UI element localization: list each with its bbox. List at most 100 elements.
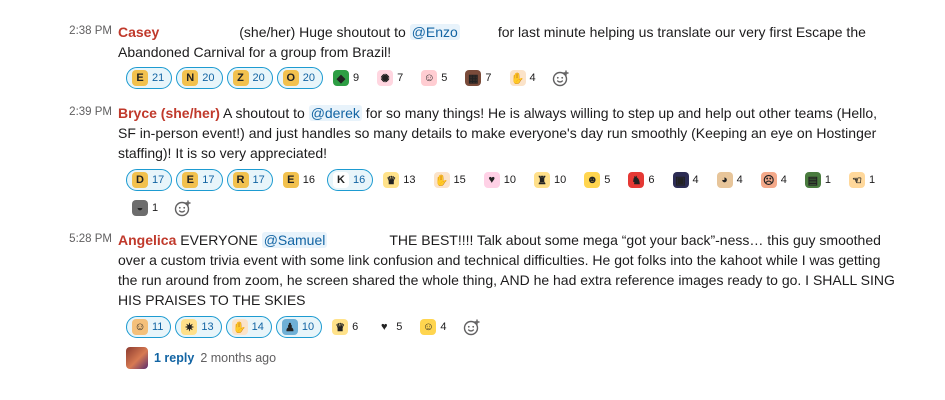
last-reply-time: 2 months ago <box>200 351 277 365</box>
add-reaction-icon[interactable] <box>459 316 485 338</box>
reaction-count: 20 <box>302 72 315 84</box>
reaction-pill[interactable]: ▣ 4 <box>666 169 707 191</box>
letter-e-icon: E <box>182 172 199 188</box>
robot-icon: ▣ <box>672 172 689 188</box>
reaction-count: 17 <box>202 174 215 186</box>
reaction-pill[interactable]: ♥ 5 <box>370 316 411 338</box>
reaction-count: 4 <box>736 174 743 186</box>
reaction-count: 1 <box>152 202 159 214</box>
letter-e-icon: E <box>132 70 148 86</box>
grin-sweat-icon: ☺ <box>420 319 437 335</box>
reaction-pill[interactable]: ✋ 14 <box>225 316 272 338</box>
reaction-count: 5 <box>441 72 448 84</box>
reaction-count: 10 <box>301 321 315 333</box>
reaction-pill[interactable]: ♥ 10 <box>477 169 524 191</box>
reaction-count: 21 <box>152 72 165 84</box>
avatar[interactable] <box>126 347 148 369</box>
reaction-pill[interactable]: ☜ 1 <box>843 169 884 191</box>
reaction-pill[interactable]: ☺ 5 <box>415 67 456 89</box>
reaction-count: 11 <box>152 321 164 333</box>
reaction-pill[interactable]: ♞ 6 <box>622 169 663 191</box>
reaction-count: 14 <box>251 321 264 333</box>
author-name[interactable]: Casey <box>118 24 159 40</box>
reaction-count: 7 <box>485 72 492 84</box>
trophy-icon: ♜ <box>534 172 550 188</box>
reaction-pill[interactable]: ☻ 5 <box>578 169 619 191</box>
reaction-pill[interactable]: ✋ 15 <box>427 169 474 191</box>
reaction-pill[interactable]: ♛ 13 <box>377 169 424 191</box>
reaction-pill[interactable]: E 16 <box>276 169 323 191</box>
author-name[interactable]: Bryce (she/her) <box>118 105 220 121</box>
sunglasses-icon: ☻ <box>584 172 601 188</box>
message-text: A shoutout to <box>219 105 309 121</box>
author-name[interactable]: Angelica <box>118 232 176 248</box>
clown-icon: ☺ <box>421 70 438 86</box>
party-popper-icon: ✷ <box>181 319 198 335</box>
message-timestamp[interactable]: 5:28 PM <box>52 233 112 245</box>
letter-r-icon: R <box>232 172 249 188</box>
sparkling-heart-icon: ♥ <box>483 172 500 188</box>
reaction-pill[interactable]: N 20 <box>176 67 223 89</box>
group-icon: ♟ <box>281 319 298 335</box>
reaction-pill[interactable]: ☺ 11 <box>126 316 172 338</box>
reaction-pill[interactable]: ♛ 6 <box>326 316 367 338</box>
mention-derek[interactable]: @derek <box>308 105 362 121</box>
reaction-pill[interactable]: ◕ 4 <box>710 169 751 191</box>
reaction-pill[interactable]: ☺ 4 <box>414 316 455 338</box>
reaction-pill[interactable]: E 21 <box>126 67 173 89</box>
letter-d-icon: D <box>132 172 148 188</box>
reaction-count: 4 <box>529 72 536 84</box>
add-reaction-icon[interactable] <box>548 67 574 89</box>
reaction-pill[interactable]: ♜ 10 <box>528 169 575 191</box>
mention-enzo[interactable]: @Enzo <box>409 24 460 40</box>
reaction-pill[interactable]: ▤ 1 <box>798 169 839 191</box>
reaction-count: 10 <box>554 174 567 186</box>
reaction-pill[interactable]: R 17 <box>226 169 273 191</box>
carnival-icon: ▦ <box>465 70 482 86</box>
heart-icon: ♥ <box>376 319 393 335</box>
reaction-pill[interactable]: K 16 <box>327 169 374 191</box>
reaction-pill[interactable]: D 17 <box>126 169 173 191</box>
reaction-pill[interactable]: ✺ 7 <box>371 67 412 89</box>
reaction-count: 20 <box>202 72 215 84</box>
reaction-pill[interactable]: ✷ 13 <box>175 316 222 338</box>
add-reaction-icon[interactable] <box>170 197 196 219</box>
reply-count-link[interactable]: 1 reply <box>154 351 194 365</box>
reaction-count: 4 <box>440 321 447 333</box>
reaction-count: 13 <box>403 174 416 186</box>
reaction-count: 1 <box>869 174 876 186</box>
message-body: Casey (she/her) Huge shoutout to @Enzo for… <box>118 22 898 62</box>
letter-z-icon: Z <box>232 70 249 86</box>
reaction-pill[interactable]: ☹ 4 <box>754 169 795 191</box>
reaction-pill[interactable]: ▦ 7 <box>459 67 500 89</box>
reaction-bar: ☺ 11 ✷ 13 ✋ 14 ♟ 10 ♛ 6 ♥ 5 ☺ 4 <box>126 316 906 338</box>
reaction-count: 7 <box>397 72 404 84</box>
person-waving-icon: ☺ <box>132 319 148 335</box>
clap-icon: ✋ <box>509 70 526 86</box>
pointing-icon: ☜ <box>849 172 865 188</box>
reaction-pill[interactable]: ♟ 10 <box>275 316 323 338</box>
person-icon: ☹ <box>760 172 777 188</box>
reaction-pill[interactable]: ✋ 4 <box>503 67 544 89</box>
reaction-count: 20 <box>252 72 265 84</box>
reaction-count: 5 <box>604 174 611 186</box>
reaction-count: 17 <box>152 174 165 186</box>
reaction-pill[interactable]: ◆ 9 <box>327 67 368 89</box>
reaction-count: 6 <box>648 174 655 186</box>
reaction-pill[interactable]: ◒ 1 <box>126 197 167 219</box>
reaction-pill[interactable]: O 20 <box>276 67 323 89</box>
reaction-bar: E 21 N 20 Z 20 O 20 ◆ 9 ✺ 7 ☺ 5 ▦ 7 ✋ 4 <box>126 67 906 89</box>
reaction-pill[interactable]: Z 20 <box>226 67 273 89</box>
message-timestamp[interactable]: 2:39 PM <box>52 106 112 118</box>
message-timestamp[interactable]: 2:38 PM <box>52 25 112 37</box>
tv-icon: ▤ <box>804 172 821 188</box>
reaction-count: 4 <box>780 174 787 186</box>
reaction-pill[interactable]: E 17 <box>176 169 223 191</box>
reaction-count: 4 <box>692 174 699 186</box>
clap-icon: ✋ <box>231 319 248 335</box>
thread-summary[interactable]: 1 reply 2 months ago <box>126 347 276 369</box>
reaction-count: 13 <box>201 321 214 333</box>
bear-icon: ◒ <box>132 200 148 216</box>
crown-icon: ♛ <box>383 172 400 188</box>
mention-samuel[interactable]: @Samuel <box>261 232 328 248</box>
